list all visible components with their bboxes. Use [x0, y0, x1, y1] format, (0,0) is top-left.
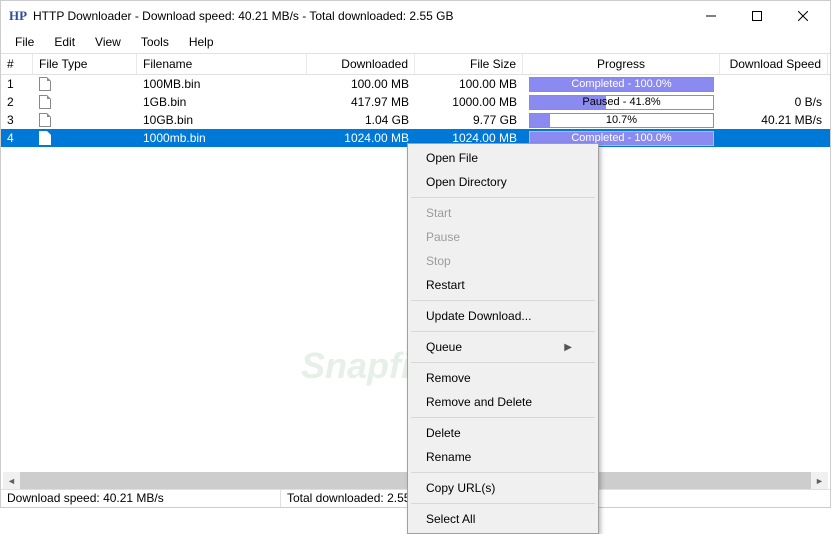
cell-num: 4	[1, 130, 33, 146]
ctx-separator	[411, 417, 595, 418]
ctx-remove[interactable]: Remove	[410, 366, 596, 390]
menu-help[interactable]: Help	[181, 33, 222, 51]
cell-size: 1000.00 MB	[415, 94, 523, 110]
column-header-speed[interactable]: Download Speed	[720, 54, 828, 74]
cell-size: 9.77 GB	[415, 112, 523, 128]
maximize-button[interactable]	[734, 1, 780, 31]
ctx-separator	[411, 472, 595, 473]
cell-speed	[720, 83, 828, 85]
progress-bar: 10.7%	[529, 113, 714, 128]
ctx-separator	[411, 197, 595, 198]
minimize-button[interactable]	[688, 1, 734, 31]
ctx-start: Start	[410, 201, 596, 225]
ctx-restart[interactable]: Restart	[410, 273, 596, 297]
cell-speed: 0 B/s	[720, 94, 828, 110]
menu-bar: File Edit View Tools Help	[1, 31, 830, 53]
ctx-select-all[interactable]: Select All	[410, 507, 596, 531]
column-header-progress[interactable]: Progress	[523, 54, 720, 74]
progress-label: Completed - 100.0%	[571, 78, 671, 90]
table-row[interactable]: 1100MB.bin100.00 MB100.00 MBCompleted - …	[1, 75, 830, 93]
ctx-queue[interactable]: Queue ▶	[410, 335, 596, 359]
ctx-stop: Stop	[410, 249, 596, 273]
progress-bar: Paused - 41.8%	[529, 95, 714, 110]
ctx-update-download[interactable]: Update Download...	[410, 304, 596, 328]
cell-progress: Paused - 41.8%	[523, 94, 720, 111]
ctx-separator	[411, 503, 595, 504]
window-title: HTTP Downloader - Download speed: 40.21 …	[33, 9, 688, 23]
table-header: # File Type Filename Downloaded File Siz…	[1, 53, 830, 75]
file-icon	[39, 95, 51, 109]
cell-speed: 40.21 MB/s	[720, 112, 828, 128]
context-menu: Open File Open Directory Start Pause Sto…	[407, 143, 599, 534]
table-row[interactable]: 2 1GB.bin417.97 MB1000.00 MB Paused - 41.8…	[1, 93, 830, 111]
cell-filetype	[33, 130, 137, 147]
chevron-right-icon: ▶	[564, 342, 572, 353]
menu-file[interactable]: File	[7, 33, 42, 51]
ctx-separator	[411, 331, 595, 332]
menu-tools[interactable]: Tools	[133, 33, 177, 51]
cell-progress: Completed - 100.0%	[523, 76, 720, 93]
cell-num: 1	[1, 76, 33, 92]
ctx-rename[interactable]: Rename	[410, 445, 596, 469]
scroll-left-icon[interactable]: ◄	[3, 472, 20, 489]
cell-downloaded: 1.04 GB	[307, 112, 415, 128]
ctx-separator	[411, 300, 595, 301]
column-header-downloaded[interactable]: Downloaded	[307, 54, 415, 74]
cell-downloaded: 417.97 MB	[307, 94, 415, 110]
ctx-queue-label: Queue	[426, 340, 462, 354]
file-icon	[39, 131, 51, 145]
ctx-pause: Pause	[410, 225, 596, 249]
cell-speed	[720, 137, 828, 139]
cell-num: 3	[1, 112, 33, 128]
cell-filetype	[33, 76, 137, 93]
table-row[interactable]: 3 10GB.bin1.04 GB9.77 GB 10.7% 40.21 MB/s	[1, 111, 830, 129]
column-header-num[interactable]: #	[1, 54, 33, 74]
cell-progress: 10.7%	[523, 112, 720, 129]
progress-bar: Completed - 100.0%	[529, 77, 714, 92]
cell-filename: 1000mb.bin	[137, 130, 307, 146]
cell-filetype	[33, 94, 137, 111]
column-header-size[interactable]: File Size	[415, 54, 523, 74]
cell-num: 2	[1, 94, 33, 110]
scroll-right-icon[interactable]: ►	[811, 472, 828, 489]
menu-edit[interactable]: Edit	[46, 33, 83, 51]
file-icon	[39, 77, 51, 91]
cell-size: 100.00 MB	[415, 76, 523, 92]
close-button[interactable]	[780, 1, 826, 31]
ctx-copy-urls[interactable]: Copy URL(s)	[410, 476, 596, 500]
cell-filename: 10GB.bin	[137, 112, 307, 128]
column-header-type[interactable]: File Type	[33, 54, 137, 74]
ctx-open-directory[interactable]: Open Directory	[410, 170, 596, 194]
window-controls	[688, 1, 826, 31]
progress-label: Paused - 41.8%	[582, 96, 660, 108]
ctx-open-file[interactable]: Open File	[410, 146, 596, 170]
cell-filename: 1GB.bin	[137, 94, 307, 110]
ctx-separator	[411, 362, 595, 363]
status-speed: Download speed: 40.21 MB/s	[1, 490, 281, 507]
menu-view[interactable]: View	[87, 33, 129, 51]
cell-filetype	[33, 112, 137, 129]
cell-downloaded: 100.00 MB	[307, 76, 415, 92]
progress-label: 10.7%	[606, 114, 637, 126]
ctx-remove-delete[interactable]: Remove and Delete	[410, 390, 596, 414]
title-bar: HP HTTP Downloader - Download speed: 40.…	[1, 1, 830, 31]
app-icon: HP	[9, 8, 25, 24]
column-header-filename[interactable]: Filename	[137, 54, 307, 74]
file-icon	[39, 113, 51, 127]
ctx-delete[interactable]: Delete	[410, 421, 596, 445]
table-body: 1100MB.bin100.00 MB100.00 MBCompleted - …	[1, 75, 830, 147]
cell-downloaded: 1024.00 MB	[307, 130, 415, 146]
cell-filename: 100MB.bin	[137, 76, 307, 92]
